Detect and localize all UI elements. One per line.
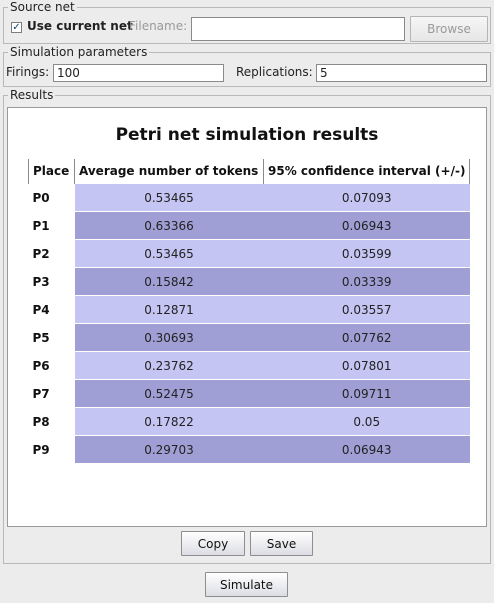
confidence-cell: 0.09711 [263, 379, 470, 408]
place-cell: P6 [28, 351, 75, 380]
table-row: P8 0.17822 0.05 [28, 407, 470, 436]
place-cell: P9 [28, 435, 75, 463]
results-table: Place Average number of tokens 95% confi… [28, 159, 471, 463]
place-cell: P2 [28, 239, 75, 268]
place-cell: P5 [28, 323, 75, 352]
results-title: Petri net simulation results [115, 125, 379, 145]
place-cell: P7 [28, 379, 75, 408]
simulate-button[interactable]: Simulate [205, 572, 288, 597]
table-row: P9 0.29703 0.06943 [28, 435, 470, 463]
confidence-cell: 0.05 [263, 407, 470, 436]
table-row: P6 0.23762 0.07801 [28, 351, 470, 380]
confidence-cell: 0.07801 [263, 351, 470, 380]
confidence-cell: 0.03339 [263, 267, 470, 296]
use-current-net-checkbox[interactable]: ✓ [11, 22, 22, 33]
confidence-cell: 0.06943 [263, 435, 470, 463]
column-header-confidence: 95% confidence interval (+/-) [262, 159, 471, 184]
firings-input[interactable] [53, 64, 224, 82]
table-row: P1 0.63366 0.06943 [28, 211, 470, 240]
simulation-parameters-legend: Simulation parameters [10, 45, 148, 59]
place-cell: P8 [28, 407, 75, 436]
confidence-cell: 0.06943 [263, 211, 470, 240]
confidence-cell: 0.07093 [263, 183, 470, 212]
average-cell: 0.17822 [74, 407, 264, 436]
average-cell: 0.15842 [74, 267, 264, 296]
confidence-cell: 0.07762 [263, 323, 470, 352]
place-cell: P4 [28, 295, 75, 324]
results-legend: Results [10, 88, 54, 102]
table-row: P5 0.30693 0.07762 [28, 323, 470, 352]
filename-input[interactable] [191, 17, 405, 41]
average-cell: 0.29703 [74, 435, 264, 463]
replications-input[interactable] [316, 64, 487, 82]
place-cell: P3 [28, 267, 75, 296]
replications-label: Replications: [236, 65, 313, 79]
save-button[interactable]: Save [250, 531, 313, 556]
column-header-place: Place [28, 159, 75, 184]
average-cell: 0.63366 [74, 211, 264, 240]
average-cell: 0.12871 [74, 295, 264, 324]
table-row: P7 0.52475 0.09711 [28, 379, 470, 408]
table-row: P0 0.53465 0.07093 [28, 183, 470, 212]
use-current-net-label: Use current net [27, 19, 133, 33]
source-net-legend: Source net [10, 0, 75, 14]
confidence-cell: 0.03557 [263, 295, 470, 324]
table-row: P3 0.15842 0.03339 [28, 267, 470, 296]
column-header-average: Average number of tokens [74, 159, 264, 184]
average-cell: 0.23762 [74, 351, 264, 380]
confidence-cell: 0.03599 [263, 239, 470, 268]
checkmark-icon: ✓ [12, 21, 21, 33]
average-cell: 0.52475 [74, 379, 264, 408]
table-row: P4 0.12871 0.03557 [28, 295, 470, 324]
table-header-row: Place Average number of tokens 95% confi… [28, 159, 471, 184]
place-cell: P1 [28, 211, 75, 240]
place-cell: P0 [28, 183, 75, 212]
filename-label: Filename: [129, 19, 188, 33]
table-row: P2 0.53465 0.03599 [28, 239, 470, 268]
average-cell: 0.53465 [74, 239, 264, 268]
firings-label: Firings: [6, 65, 50, 79]
average-cell: 0.30693 [74, 323, 264, 352]
average-cell: 0.53465 [74, 183, 264, 212]
copy-button[interactable]: Copy [181, 531, 245, 556]
browse-button[interactable]: Browse [410, 16, 488, 42]
